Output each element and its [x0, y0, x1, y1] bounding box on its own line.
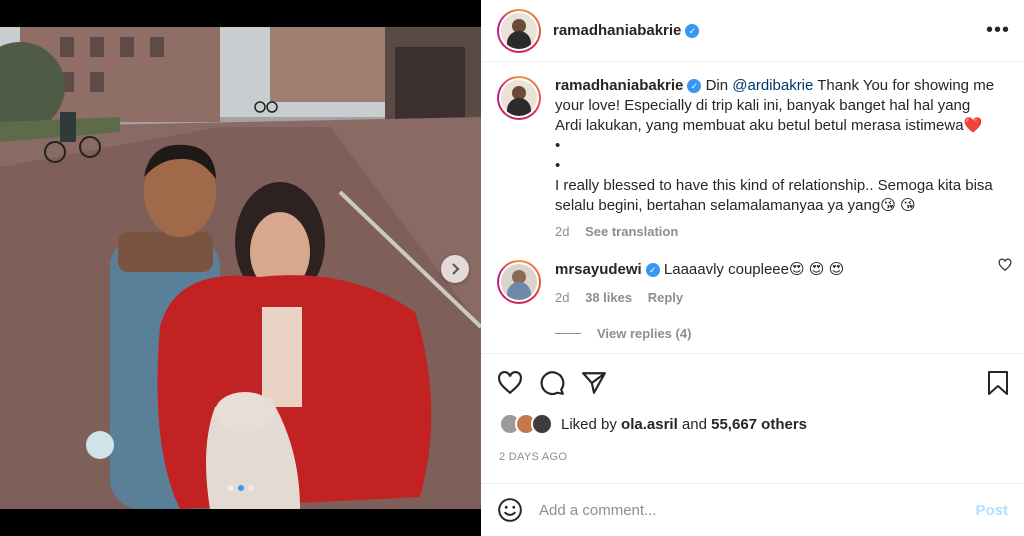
comment-item: mrsayudewi ✓ Laaaavly coupleee😍 😍 😍 2d 38…: [481, 242, 1024, 308]
carousel-dots: [0, 485, 481, 491]
caption: ramadhaniabakrie ✓ Din @ardibakrie Thank …: [481, 62, 1024, 242]
carousel-next-button[interactable]: [441, 255, 469, 283]
caption-bullet: •: [555, 157, 561, 174]
likes-count[interactable]: 55,667 others: [711, 416, 807, 433]
carousel-dot-active: [237, 485, 244, 491]
likes-summary: Liked by ola.asril and 55,667 others: [499, 413, 807, 435]
avatar[interactable]: [497, 8, 541, 53]
verified-badge-icon: ✓: [687, 79, 702, 94]
comment-meta: 2d 38 likes Reply: [555, 288, 995, 308]
action-bar: [497, 368, 1010, 398]
verified-badge-icon: ✓: [645, 263, 660, 278]
view-replies-label: View replies (4): [597, 326, 692, 341]
photo-illustration: [0, 27, 481, 509]
comments-list[interactable]: ramadhaniabakrie ✓ Din @ardibakrie Thank …: [481, 62, 1024, 354]
comment-username[interactable]: mrsayudewi: [555, 261, 642, 278]
heart-icon[interactable]: [497, 370, 523, 396]
caption-age: 2d: [555, 224, 570, 239]
comment-composer: Post: [481, 483, 1024, 536]
post-header: ramadhaniabakrie ✓ •••: [481, 0, 1024, 62]
comment-body: mrsayudewi ✓ Laaaavly coupleee😍 😍 😍 2d 38…: [555, 260, 995, 308]
post-photo[interactable]: [0, 27, 481, 509]
bookmark-icon[interactable]: [986, 370, 1010, 396]
likes-middle: and: [681, 415, 707, 433]
caption-body: ramadhaniabakrie ✓ Din @ardibakrie Thank …: [555, 76, 995, 242]
comment-icon[interactable]: [539, 370, 565, 396]
share-icon[interactable]: [581, 370, 607, 396]
view-replies-button[interactable]: View replies (4): [555, 326, 1024, 341]
carousel-dot: [227, 485, 234, 491]
comment-age: 2d: [555, 290, 570, 305]
liker-username[interactable]: ola.asril: [621, 416, 678, 433]
caption-mention[interactable]: @ardibakrie: [732, 77, 813, 94]
carousel-dot: [247, 485, 254, 491]
media-panel: [0, 0, 481, 536]
post-username[interactable]: ramadhaniabakrie: [553, 22, 681, 39]
chevron-right-icon: [452, 263, 460, 275]
comment-likes[interactable]: 38 likes: [585, 290, 632, 305]
reply-button[interactable]: Reply: [648, 290, 683, 305]
verified-badge-icon: ✓: [685, 23, 700, 38]
comment-like-icon[interactable]: [998, 258, 1012, 272]
likes-prefix: Liked by: [561, 415, 617, 433]
caption-prefix: Din: [705, 77, 733, 94]
comment-input[interactable]: [539, 501, 976, 519]
caption-bullet: •: [555, 137, 561, 154]
avatar[interactable]: [497, 260, 541, 304]
avatar: [531, 413, 553, 435]
caption-username[interactable]: ramadhaniabakrie: [555, 77, 683, 94]
comment-text: Laaaavly coupleee😍 😍 😍: [663, 261, 845, 278]
liker-avatars: [499, 413, 553, 435]
more-options-button[interactable]: •••: [986, 19, 1010, 42]
avatar[interactable]: [497, 76, 541, 120]
caption-meta: 2d See translation: [555, 222, 995, 242]
emoji-icon[interactable]: [497, 497, 523, 523]
see-translation-button[interactable]: See translation: [585, 224, 678, 239]
post-comment-button[interactable]: Post: [975, 502, 1008, 519]
post-side-panel: ramadhaniabakrie ✓ ••• ramadhaniabakrie ✓…: [481, 0, 1024, 536]
post-timestamp[interactable]: 2 DAYS AGO: [499, 451, 567, 463]
caption-text-2: I really blessed to have this kind of re…: [555, 177, 993, 214]
